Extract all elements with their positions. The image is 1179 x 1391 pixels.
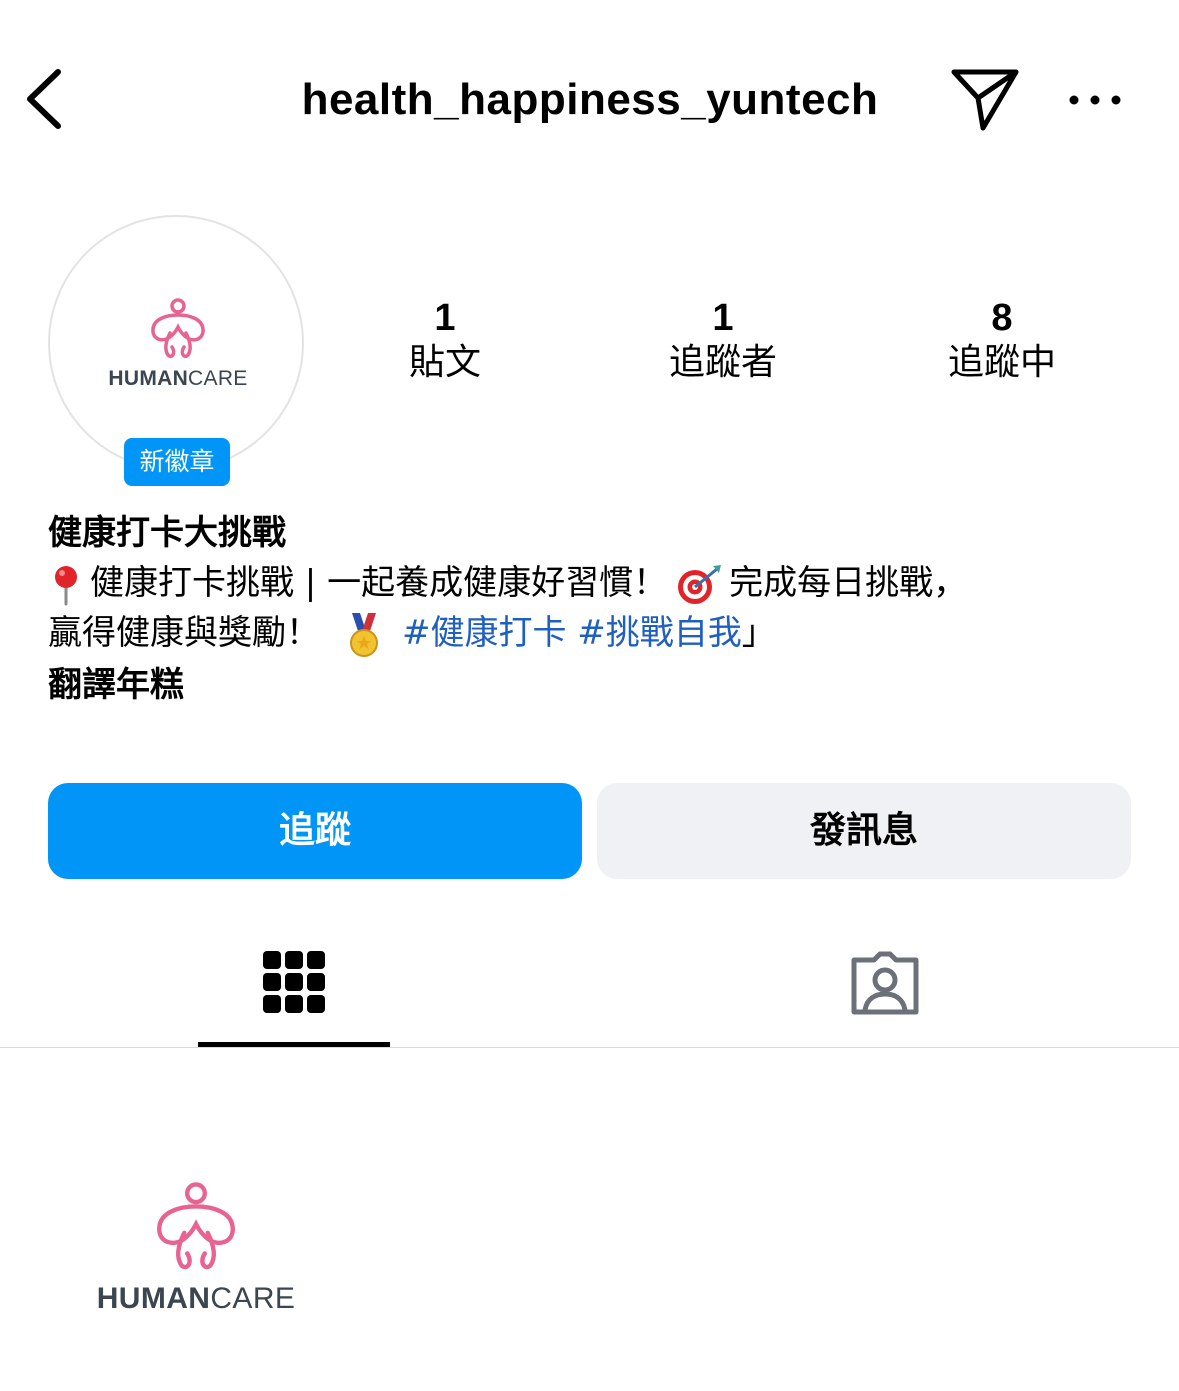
profile-display-name: 健康打卡大挑戰 (48, 513, 286, 553)
bio-line-1: 健康打卡挑戰 | 一起養成健康好習慣！ 完成每日挑戰， (48, 558, 967, 608)
stat-followers-count: 1 (712, 297, 734, 339)
stat-following[interactable]: 8 追蹤中 (892, 296, 1112, 386)
send-message-button[interactable] (948, 64, 1022, 134)
stat-posts-label: 貼文 (408, 342, 481, 383)
paper-plane-icon (951, 69, 1019, 131)
stat-followers-label: 追蹤者 (668, 342, 777, 383)
message-button[interactable]: 發訊息 (597, 783, 1131, 879)
more-options-button[interactable] (1062, 82, 1128, 118)
stat-posts-count: 1 (434, 297, 456, 339)
stat-following-label: 追蹤中 (947, 342, 1056, 383)
profile-username-title: health_happiness_yuntech (301, 75, 879, 124)
chevron-left-icon (27, 69, 61, 129)
stat-followers[interactable]: 1 追蹤者 (613, 296, 833, 386)
avatar-logo-wordmark: HUMANCARE (108, 367, 248, 390)
stat-posts[interactable]: 1 貼文 (335, 296, 555, 386)
target-icon (678, 564, 722, 604)
bio-line-2: 贏得健康與獎勵！ #健康打卡 #挑戰自我」 (48, 608, 776, 659)
translate-link[interactable]: 翻譯年糕 (48, 660, 184, 710)
tagged-person-icon (851, 951, 919, 1015)
follow-button[interactable]: 追蹤 (48, 783, 582, 879)
grid-icon (263, 951, 325, 1013)
new-badge[interactable]: 新徽章 (124, 438, 230, 486)
profile-avatar[interactable]: HUMANCARE (48, 215, 304, 471)
post-logo-wordmark: HUMANCARE (96, 1282, 296, 1315)
humancare-logo-icon (151, 298, 205, 359)
medal-icon (350, 612, 378, 657)
stat-following-count: 8 (991, 297, 1013, 339)
post-tile[interactable]: HUMANCARE (0, 1048, 392, 1391)
pushpin-icon (55, 565, 77, 605)
back-button[interactable] (18, 62, 78, 134)
humancare-logo-icon (157, 1182, 235, 1270)
tab-tagged[interactable] (790, 930, 982, 1048)
bio-hashtags[interactable]: #健康打卡 #挑戰自我 (402, 613, 742, 653)
tab-posts-grid[interactable] (198, 930, 390, 1048)
more-horizontal-icon (1069, 95, 1121, 105)
